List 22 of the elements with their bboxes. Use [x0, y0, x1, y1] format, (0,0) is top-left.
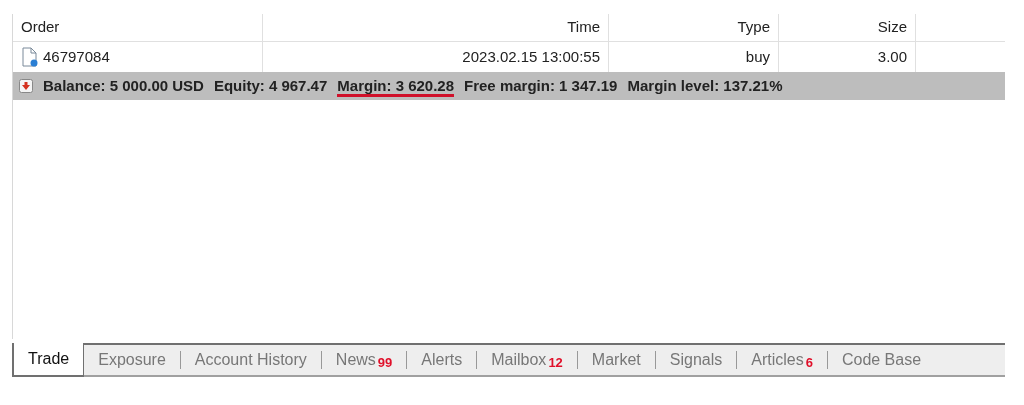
table-cell-text: 46797084 — [43, 46, 110, 67]
column-header[interactable]: Time — [263, 14, 609, 41]
tab[interactable]: Account History — [179, 351, 321, 369]
tab[interactable]: Alerts — [406, 351, 477, 369]
tab[interactable]: Signals — [654, 351, 737, 369]
summary-value: Balance: 5 000.00 USD — [43, 75, 204, 96]
summary-value: Margin: 3 620.28 — [337, 75, 455, 97]
tab[interactable]: Market — [576, 351, 655, 369]
table-cell-text: 3.00 — [877, 46, 907, 67]
tab[interactable]: Exposure — [84, 345, 180, 375]
column-header[interactable]: Type — [609, 14, 779, 41]
tab[interactable]: Code Base — [826, 351, 936, 369]
document-icon — [21, 47, 39, 67]
summary-value: Equity: 4 967.47 — [213, 75, 328, 96]
table-cell-text: 2023.02.15 13:00:55 — [462, 46, 600, 67]
tab[interactable]: Trade — [12, 343, 85, 377]
summary-value: Margin level: 137.21% — [627, 75, 783, 96]
column-header[interactable]: Size — [779, 14, 916, 41]
arrow-down-icon — [19, 79, 33, 93]
column-header[interactable]: Order — [13, 14, 263, 41]
summary-value: Free margin: 1 347.19 — [464, 75, 618, 96]
table-cell-text: buy — [745, 46, 770, 67]
